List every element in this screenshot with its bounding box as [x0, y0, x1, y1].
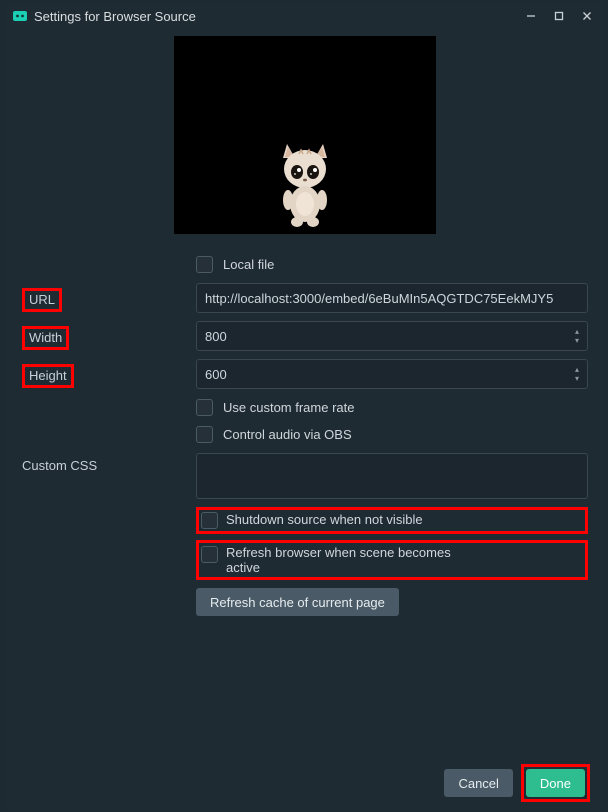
minimize-button[interactable]	[520, 5, 542, 27]
preview-canvas	[174, 36, 436, 234]
width-input[interactable]	[196, 321, 588, 351]
done-highlight: Done	[521, 764, 590, 802]
url-input[interactable]	[196, 283, 588, 313]
custom-frame-row[interactable]: Use custom frame rate	[196, 397, 588, 418]
local-file-checkbox[interactable]	[196, 256, 213, 273]
maximize-button[interactable]	[548, 5, 570, 27]
height-label: Height	[22, 364, 74, 388]
shutdown-label: Shutdown source when not visible	[226, 512, 423, 527]
custom-css-label: Custom CSS	[22, 458, 97, 473]
shutdown-row[interactable]: Shutdown source when not visible	[196, 507, 588, 534]
width-stepper[interactable]: ▴▾	[570, 324, 584, 348]
window-title: Settings for Browser Source	[34, 9, 514, 24]
local-file-label: Local file	[223, 257, 274, 272]
url-label: URL	[22, 288, 62, 312]
height-stepper[interactable]: ▴▾	[570, 362, 584, 386]
refresh-scene-checkbox[interactable]	[201, 546, 218, 563]
settings-window: Settings for Browser Source	[6, 2, 604, 810]
custom-css-input[interactable]	[196, 453, 588, 499]
app-icon	[12, 8, 28, 24]
settings-form: Local file URL Width ▴▾	[6, 240, 604, 762]
control-audio-label: Control audio via OBS	[223, 427, 352, 442]
control-audio-row[interactable]: Control audio via OBS	[196, 424, 588, 445]
titlebar: Settings for Browser Source	[6, 2, 604, 30]
avatar-icon	[273, 132, 337, 228]
custom-frame-label: Use custom frame rate	[223, 400, 355, 415]
height-input[interactable]	[196, 359, 588, 389]
refresh-cache-button[interactable]: Refresh cache of current page	[196, 588, 399, 616]
refresh-scene-row[interactable]: Refresh browser when scene becomes activ…	[196, 540, 588, 580]
shutdown-checkbox[interactable]	[201, 512, 218, 529]
width-label: Width	[22, 326, 69, 350]
close-button[interactable]	[576, 5, 598, 27]
refresh-scene-label: Refresh browser when scene becomes activ…	[226, 545, 456, 575]
preview-area	[6, 30, 604, 240]
dialog-footer: Cancel Done	[6, 762, 604, 810]
control-audio-checkbox[interactable]	[196, 426, 213, 443]
local-file-row[interactable]: Local file	[196, 254, 588, 275]
done-button[interactable]: Done	[526, 769, 585, 797]
cancel-button[interactable]: Cancel	[444, 769, 512, 797]
custom-frame-checkbox[interactable]	[196, 399, 213, 416]
